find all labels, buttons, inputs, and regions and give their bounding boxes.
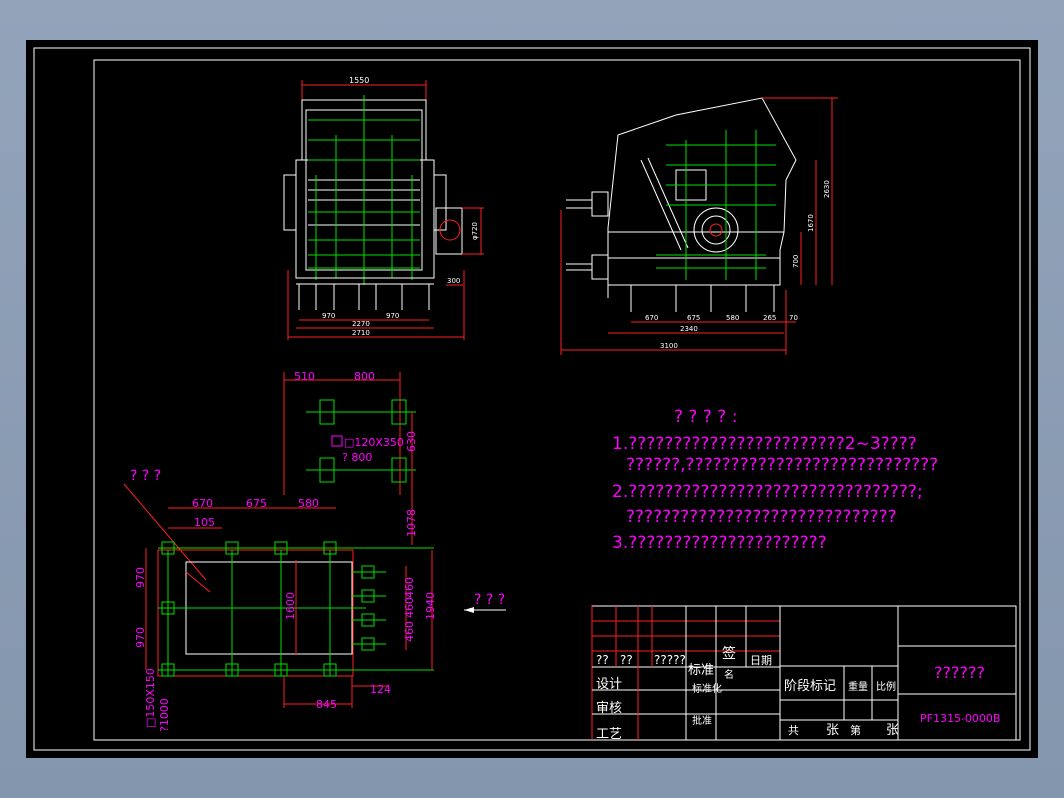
fdn-left-dim-2: 970 (134, 627, 147, 648)
fdn-plan-dim-3: 580 (298, 497, 319, 510)
front-top-dim: 1550 (349, 76, 369, 85)
fdn-corner-label: □150X150 (144, 668, 157, 728)
tb-row-a-5: 签 (722, 645, 736, 662)
tb-label-review: 审核 (596, 701, 622, 716)
side-height-dim-2: 1670 (807, 214, 815, 232)
tb-row-a-1: ?? (596, 653, 609, 667)
tb-label-process: 工艺 (596, 727, 622, 742)
tb-row-a-7: 日期 (750, 654, 772, 667)
fdn-plan-dim-4: 105 (194, 516, 215, 529)
tb-approve-label: 批准 (692, 714, 712, 727)
fdn-vert-dim-1: 630 (405, 431, 418, 452)
side-view: 670 675 580 265 70 2340 3100 2630 1670 7… (560, 97, 838, 355)
fdn-plan-dim-1: 670 (192, 497, 213, 510)
fdn-bottom-dim-2: 124 (370, 683, 391, 696)
fdn-right-dim-3: 460 (403, 621, 416, 642)
notes-line-4: ?????????????????????????????? (626, 507, 897, 527)
tb-stage-label: 阶段标记 (784, 679, 836, 694)
fdn-plan-dim-2: 675 (246, 497, 267, 510)
cad-drawing: 1550 φ720 300 970 2270 970 2710 670 675 … (33, 47, 1031, 751)
fdn-top-dim-1: 510 (294, 370, 315, 383)
tb-scale-label: 比例 (876, 680, 896, 693)
front-view: 1550 φ720 300 970 2270 970 2710 (283, 76, 484, 340)
tb-row-a-6: 名 (724, 668, 734, 681)
fdn-bottom-dim-1: 845 (316, 698, 337, 711)
side-bottom-dim-4: 265 (763, 314, 776, 322)
fdn-right-dim-4: 1940 (424, 592, 437, 620)
tb-sheet-total: 共 (788, 724, 799, 737)
side-bottom-dim-2: 675 (687, 314, 700, 322)
front-side-dim-1: φ720 (471, 222, 479, 240)
tb-sheet-no: 第 (850, 723, 861, 737)
technical-notes: ? ? ? ? : 1.????????????????????????2~3?… (612, 407, 938, 553)
tb-weight-label: 重量 (848, 680, 868, 693)
side-bottom-dim-7: 3100 (660, 342, 678, 350)
title-block: ?? ?? ????? 标准 签 名 日期 设计 审核 工艺 标准化 批准 阶段… (591, 605, 1017, 742)
tb-label-design: 设计 (596, 677, 622, 692)
arrow-annotation: ? ? ? (464, 592, 506, 613)
front-side-dim-2: 300 (447, 277, 460, 285)
notes-line-3: 2.????????????????????????????????; (612, 482, 923, 502)
side-bottom-dim-5: 70 (789, 314, 798, 322)
tb-drawing-code: PF1315-0000B (920, 712, 1000, 725)
fdn-right-dim-1: 460 (403, 577, 416, 598)
tb-drawing-name: ?????? (934, 663, 985, 682)
tb-sheet-unit: 张 (826, 723, 839, 738)
tb-row-a-3: ????? (654, 653, 686, 667)
outer-border (33, 47, 1031, 751)
tb-row-a-2: ?? (620, 653, 633, 667)
notes-title: ? ? ? ? : (674, 407, 737, 427)
notes-line-2: ??????,???????????????????????????? (626, 455, 938, 475)
side-bottom-dim-1: 670 (645, 314, 658, 322)
foundation-plan: 510 800 □120X350 ? 800 630 1078 ? ? ? 67… (123, 370, 437, 732)
tb-std-label: 标准化 (692, 682, 722, 695)
fdn-corner-depth: ?1000 (158, 698, 171, 732)
front-bottom-dim-2: 2270 (352, 320, 370, 328)
tb-row-a-4: 标准 (688, 663, 714, 678)
fdn-right-dim-2: 460 (403, 597, 416, 618)
fdn-slot-depth: ? 800 (342, 451, 372, 464)
side-bottom-dim-3: 580 (726, 314, 739, 322)
fdn-slot-label: □120X350 (344, 436, 404, 449)
tb-sheet-unit2: 张 (886, 723, 899, 738)
fdn-left-dim-1: 970 (134, 567, 147, 588)
front-bottom-dim-4: 2710 (352, 329, 370, 337)
fdn-top-dim-2: 800 (354, 370, 375, 383)
side-bottom-dim-6: 2340 (680, 325, 698, 333)
fdn-vert-dim-2: 1078 (405, 509, 418, 537)
front-bottom-dim-3: 970 (386, 312, 399, 320)
inner-border (93, 59, 1021, 741)
side-height-dim-3: 700 (792, 255, 800, 268)
front-bottom-dim-1: 970 (322, 312, 335, 320)
notes-line-1: 1.????????????????????????2~3???? (612, 434, 917, 454)
fdn-label: ? ? ? (130, 468, 161, 484)
fdn-inner-dim: 1600 (284, 592, 297, 620)
drawing-canvas: 1550 φ720 300 970 2270 970 2710 670 675 … (26, 40, 1038, 758)
notes-line-5: 3.?????????????????????? (612, 533, 827, 553)
side-height-dim-1: 2630 (823, 180, 831, 198)
arrow-label: ? ? ? (474, 592, 505, 608)
